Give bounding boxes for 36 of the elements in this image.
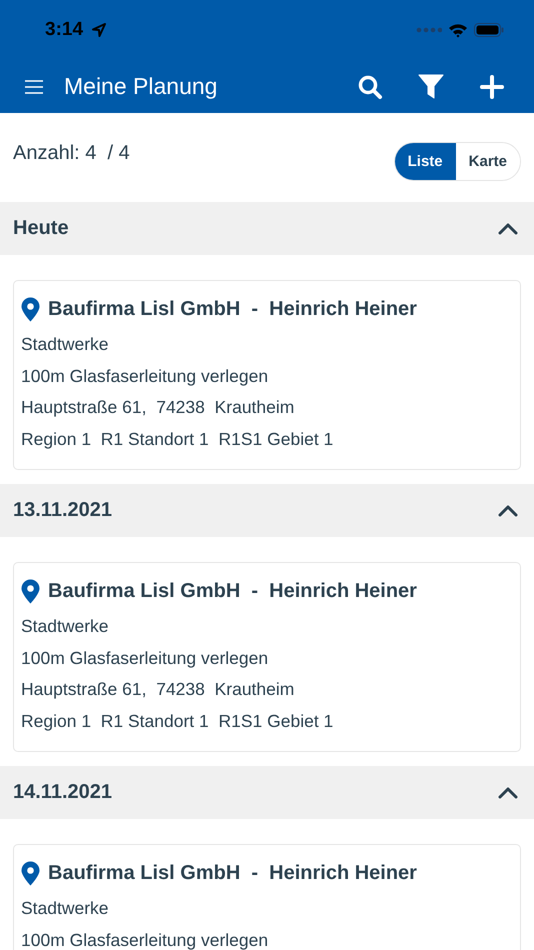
card-detail: 100m Glasfaserleitung verlegen (21, 364, 270, 388)
section-date: Heute (13, 217, 69, 240)
appointment-card[interactable]: Baufirma Lisl GmbH - Heinrich Heiner Stadtwerke 100m Glasfaserleitung verlegen (13, 844, 521, 950)
section-date: 13.11.2021 (13, 499, 112, 522)
section-header[interactable]: Heute (0, 202, 534, 255)
card-detail: Stadtwerke (21, 615, 110, 638)
location-arrow-icon (91, 22, 108, 38)
card-detail: Stadtwerke (21, 333, 110, 356)
signal-icon (416, 27, 442, 33)
chevron-up-icon[interactable] (498, 504, 518, 516)
card-detail: Hauptstraße 61, 74238 Krautheim (21, 678, 296, 701)
location-pin-icon (21, 861, 40, 886)
location-pin-icon (21, 297, 40, 322)
page-title: Meine Planung (64, 73, 218, 100)
wifi-icon (448, 22, 468, 38)
appointment-card[interactable]: Baufirma Lisl GmbH - Heinrich Heiner Stadtwerke 100m Glasfaserleitung verlegen Hauptstraße 61, 74238 Krautheim Region 1 R1 Standort 1 R1S1 Gebiet 1 (13, 280, 521, 470)
card-title: Baufirma Lisl GmbH - Heinrich Heiner (48, 580, 417, 603)
card-detail: 100m Glasfaserleitung verlegen (21, 646, 270, 670)
card-detail: Hauptstraße 61, 74238 Krautheim (21, 396, 296, 419)
card-detail: Stadtwerke (21, 897, 110, 920)
card-detail: 100m Glasfaserleitung verlegen (21, 928, 270, 950)
view-tab[interactable]: Liste (394, 143, 456, 180)
card-title: Baufirma Lisl GmbH - Heinrich Heiner (48, 298, 417, 321)
chevron-up-icon[interactable] (498, 222, 518, 234)
card-title: Baufirma Lisl GmbH - Heinrich Heiner (48, 862, 417, 885)
location-pin-icon (21, 579, 40, 604)
result-count: Anzahl: 4 / 4 (13, 142, 130, 165)
section-header[interactable]: 13.11.2021 (0, 484, 534, 537)
battery-icon (474, 23, 504, 37)
card-detail: Region 1 R1 Standort 1 R1S1 Gebiet 1 (21, 710, 334, 733)
status-time: 3:14 (45, 19, 84, 41)
chevron-up-icon[interactable] (498, 786, 518, 798)
card-detail: Region 1 R1 Standort 1 R1S1 Gebiet 1 (21, 428, 334, 451)
section-date: 14.11.2021 (13, 781, 112, 804)
appointment-card[interactable]: Baufirma Lisl GmbH - Heinrich Heiner Stadtwerke 100m Glasfaserleitung verlegen Hauptstraße 61, 74238 Krautheim Region 1 R1 Standort 1 R1S1 Gebiet 1 (13, 562, 521, 752)
section-header[interactable]: 14.11.2021 (0, 766, 534, 819)
